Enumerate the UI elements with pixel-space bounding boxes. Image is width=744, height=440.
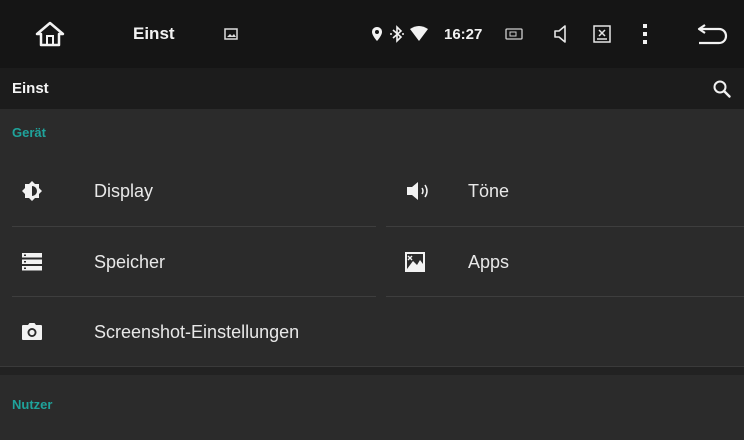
status-bar: Einst 16:27 <box>0 0 744 68</box>
section-header-user: Nutzer <box>12 397 53 412</box>
statusbar-title: Einst <box>133 24 175 43</box>
apps-icon <box>390 227 440 297</box>
tile-label-apps: Apps <box>468 251 510 272</box>
clock: 16:27 <box>444 25 483 43</box>
camera-icon <box>12 297 52 367</box>
page-title: Einst <box>12 80 49 97</box>
tile-apps[interactable]: Apps <box>386 227 744 297</box>
tile-screenshot-settings[interactable]: Screenshot-Einstellungen <box>12 297 512 367</box>
volume-icon[interactable] <box>550 0 570 68</box>
volume-icon <box>394 156 444 226</box>
search-icon[interactable] <box>700 68 744 109</box>
more-vert-icon[interactable] <box>638 0 652 68</box>
tile-label-screenshot-settings: Screenshot-Einstellungen <box>94 321 300 342</box>
tile-storage[interactable]: Speicher <box>12 227 374 297</box>
bluetooth-icon <box>388 0 406 68</box>
wifi-icon <box>408 0 430 68</box>
brightness-icon <box>12 156 52 226</box>
settings-list: Gerät Display Töne Speicher Apps Screens… <box>0 109 744 440</box>
storage-icon <box>12 227 52 297</box>
app-bar: Einst <box>0 68 744 109</box>
battery-icon <box>504 0 524 68</box>
tile-label-display: Display <box>94 180 154 201</box>
tile-label-sounds: Töne <box>468 180 510 201</box>
back-icon[interactable] <box>692 0 732 68</box>
home-icon[interactable] <box>30 0 70 68</box>
section-header-device: Gerät <box>12 125 46 140</box>
location-icon <box>370 0 384 68</box>
section-divider <box>0 366 744 375</box>
tile-sounds[interactable]: Töne <box>386 156 744 226</box>
close-box-icon[interactable] <box>591 0 613 68</box>
image-icon <box>222 0 240 68</box>
tile-label-storage: Speicher <box>94 251 166 272</box>
tile-display[interactable]: Display <box>12 156 374 226</box>
